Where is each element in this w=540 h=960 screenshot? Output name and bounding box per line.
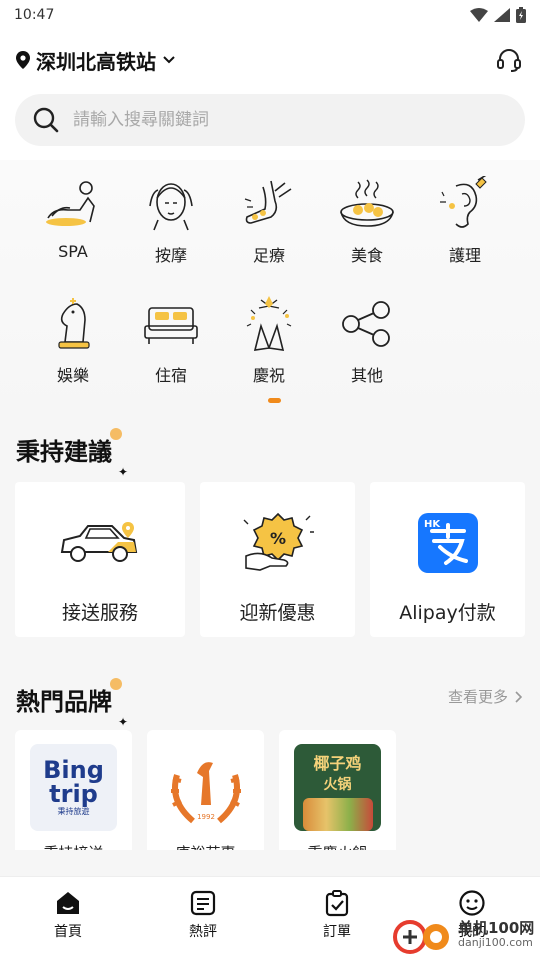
hotpot-logo: 椰子鸡 火锅	[294, 744, 381, 831]
new-customer-discount-card[interactable]: % 迎新優惠	[200, 482, 355, 637]
location-name: 深圳北高铁站	[36, 49, 156, 74]
title-decoration	[110, 428, 122, 440]
category-label: 住宿	[154, 366, 187, 385]
customer-service-button[interactable]	[494, 45, 524, 75]
category-celebration[interactable]: 慶祝	[224, 294, 314, 386]
category-label: SPA	[58, 242, 88, 261]
laurel-logo: 1992	[162, 744, 249, 831]
status-bar: 10:47	[0, 0, 540, 30]
watermark-logo-icon	[393, 920, 449, 954]
category-label: 按摩	[154, 246, 187, 265]
category-label: 足療	[252, 246, 285, 265]
see-more-text: 查看更多	[447, 688, 508, 706]
logo-subtext: 秉持旅遊	[57, 807, 90, 816]
battery-icon	[516, 7, 526, 23]
svg-text:%: %	[269, 529, 285, 548]
logo-text: 椰子鸡	[313, 754, 362, 773]
brands-title-text: 熱門品牌	[16, 688, 112, 716]
spa-massage-icon	[43, 174, 103, 234]
see-more-link[interactable]: 查看更多	[448, 686, 522, 707]
brand-card[interactable]: 椰子鸡 火锅 重慶火鍋	[279, 730, 396, 850]
tab-orders[interactable]: 訂單	[297, 889, 377, 941]
bed-icon	[141, 294, 201, 354]
sparkle-icon: ✦	[117, 715, 128, 729]
chevron-right-icon	[515, 690, 522, 703]
search-input[interactable]	[73, 110, 473, 130]
location-bar: 深圳北高铁站	[16, 42, 524, 78]
discount-hand-icon: %	[233, 508, 323, 578]
category-care[interactable]: 護理	[420, 174, 510, 266]
category-foot-care[interactable]: 足療	[224, 174, 314, 266]
bingtrip-logo: Bing trip 秉持旅遊	[30, 744, 117, 831]
brand-card[interactable]: Bing trip 秉持旅遊 秉持接送	[15, 730, 132, 850]
alipay-hk-icon: HK	[403, 508, 493, 578]
location-pin-icon	[16, 51, 30, 69]
home-icon	[57, 892, 79, 914]
recommend-section-title: 秉持建議 ✦	[16, 428, 128, 479]
car-pickup-icon	[55, 508, 145, 578]
fireworks-icon	[239, 294, 299, 354]
food-bowl-icon	[337, 174, 397, 234]
signal-icon	[494, 8, 510, 22]
foot-care-icon	[239, 174, 299, 234]
svg-text:HK: HK	[424, 519, 441, 530]
site-watermark: 单机100网 danji100.com	[392, 915, 534, 955]
tab-label: 訂單	[323, 924, 351, 940]
status-time: 10:47	[14, 7, 55, 23]
logo-text: trip	[49, 780, 98, 808]
wifi-icon	[470, 8, 488, 22]
logo-year: 1992	[197, 813, 215, 821]
brand-card[interactable]: 1992 唐裕茹惠	[147, 730, 264, 850]
status-icons	[470, 7, 526, 23]
category-food[interactable]: 美食	[322, 174, 412, 266]
brand-name: 重慶火鍋	[279, 842, 396, 850]
chevron-down-icon	[163, 56, 175, 64]
logo-text: Bing	[43, 756, 104, 784]
category-massage[interactable]: 按摩	[126, 174, 216, 266]
brands-section-title: 熱門品牌 ✦	[16, 678, 128, 729]
share-nodes-icon	[337, 294, 397, 354]
watermark-url: danji100.com	[458, 936, 533, 950]
pickup-service-card[interactable]: 接送服務	[15, 482, 185, 637]
watermark-main-text: 单机100网	[458, 919, 535, 938]
search-bar[interactable]	[15, 94, 525, 146]
brand-name: 秉持接送	[15, 842, 132, 850]
title-decoration	[110, 678, 122, 690]
review-icon	[190, 890, 216, 916]
brand-name: 唐裕茹惠	[147, 842, 264, 850]
category-other[interactable]: 其他	[322, 294, 412, 386]
category-spa[interactable]: SPA	[28, 174, 118, 261]
category-label: 美食	[350, 246, 383, 265]
massage-head-icon	[141, 174, 201, 234]
tab-home[interactable]: 首頁	[28, 889, 108, 941]
card-label: 接送服務	[61, 602, 138, 624]
search-icon	[33, 107, 59, 133]
order-clipboard-icon	[325, 890, 349, 917]
recommend-title-text: 秉持建議	[16, 438, 112, 466]
ear-care-icon	[435, 174, 495, 234]
tab-label: 熱評	[189, 924, 217, 940]
card-label: 迎新優惠	[239, 602, 316, 624]
category-entertainment[interactable]: 娛樂	[28, 294, 118, 386]
category-label: 娛樂	[56, 366, 89, 385]
category-label: 護理	[448, 246, 481, 265]
category-lodging[interactable]: 住宿	[126, 294, 216, 386]
logo-text: 火锅	[323, 777, 352, 793]
sparkle-icon: ✦	[117, 465, 128, 479]
tab-label: 首頁	[54, 924, 82, 940]
category-label: 慶祝	[252, 366, 285, 385]
tab-reviews[interactable]: 熱評	[163, 889, 243, 941]
headset-icon	[497, 49, 521, 72]
alipay-card[interactable]: HK Alipay付款	[370, 482, 525, 637]
chess-knight-icon	[43, 294, 103, 354]
category-label: 其他	[350, 366, 383, 385]
hotpot-food-image	[302, 798, 373, 831]
page-indicator	[268, 398, 281, 403]
location-selector[interactable]: 深圳北高铁站	[16, 46, 176, 75]
card-label: Alipay付款	[399, 602, 496, 624]
profile-smile-icon	[459, 890, 485, 916]
